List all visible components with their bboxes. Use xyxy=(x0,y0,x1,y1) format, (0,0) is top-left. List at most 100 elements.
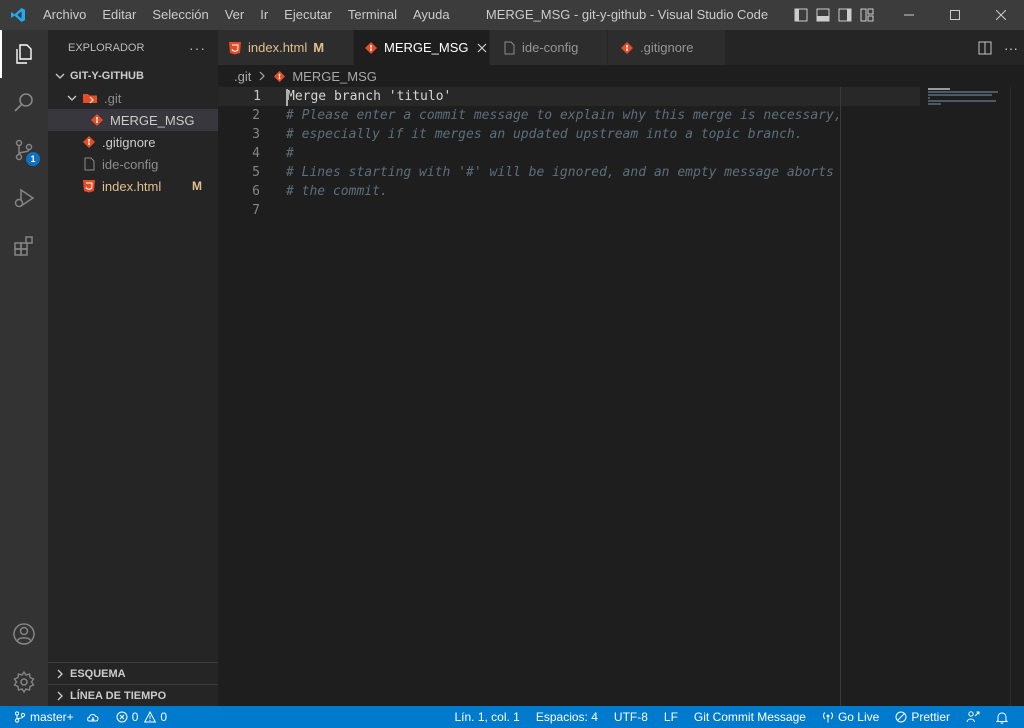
toggle-sidebar-icon[interactable] xyxy=(790,0,812,30)
menu-ver[interactable]: Ver xyxy=(217,0,253,30)
breadcrumb-file[interactable]: MERGE_MSG xyxy=(292,69,377,84)
code-line: 5 # Lines starting with '#' will be igno… xyxy=(218,163,920,182)
menu-archivo[interactable]: Archivo xyxy=(35,0,94,30)
tree-label: index.html xyxy=(102,178,162,194)
indentation[interactable]: Espacios: 4 xyxy=(526,706,604,728)
tree-file-merge-msg[interactable]: MERGE_MSG xyxy=(48,109,218,131)
menu-ir[interactable]: Ir xyxy=(252,0,276,30)
code-text: # Lines starting with '#' will be ignore… xyxy=(286,165,834,180)
tree-label: .git xyxy=(104,90,122,106)
editor-tabs: index.html M MERGE_MSG ide-config .gitig… xyxy=(218,30,1024,65)
customize-layout-icon[interactable] xyxy=(856,0,878,30)
tab-label: .gitignore xyxy=(640,40,694,55)
more-actions-icon[interactable]: ··· xyxy=(998,30,1024,65)
explorer-icon[interactable] xyxy=(0,30,48,78)
outline-section[interactable]: ESQUEMA xyxy=(48,662,218,684)
notifications-bell-icon[interactable] xyxy=(990,706,1024,728)
go-live-button[interactable]: Go Live xyxy=(812,706,885,728)
tree-file-index-html[interactable]: index.html M xyxy=(48,175,218,197)
code-text: # especially if it merges an updated ups… xyxy=(286,127,803,142)
tree-label: .gitignore xyxy=(102,134,156,150)
more-actions-icon[interactable]: ··· xyxy=(189,40,206,56)
split-editor-icon[interactable] xyxy=(972,30,998,65)
line-number: 7 xyxy=(252,203,260,218)
html5-icon xyxy=(228,41,242,55)
line-number: 1 xyxy=(253,89,261,104)
minimap-line xyxy=(928,94,992,96)
editor-actions: ··· xyxy=(972,30,1024,65)
tab-index-html[interactable]: index.html M xyxy=(218,30,354,65)
line-number: 6 xyxy=(252,184,260,199)
extensions-icon[interactable] xyxy=(0,222,48,270)
run-debug-icon[interactable] xyxy=(0,174,48,222)
prettier-disabled-icon xyxy=(895,711,907,723)
feedback-icon[interactable] xyxy=(956,706,990,728)
search-icon[interactable] xyxy=(0,78,48,126)
prettier-button[interactable]: Prettier xyxy=(885,706,956,728)
code-line: 7 xyxy=(218,201,920,220)
cursor-position[interactable]: Lín. 1, col. 1 xyxy=(448,706,525,728)
close-window-icon[interactable] xyxy=(978,0,1024,30)
text-cursor xyxy=(286,89,288,106)
tab-merge-msg[interactable]: MERGE_MSG xyxy=(354,30,490,65)
branch-status[interactable]: master+ xyxy=(0,706,80,728)
tree-file-ide-config[interactable]: ide-config xyxy=(48,153,218,175)
chevron-down-icon xyxy=(67,95,77,101)
vertical-scrollbar[interactable] xyxy=(1010,87,1024,706)
menu-ejecutar[interactable]: Ejecutar xyxy=(276,0,340,30)
line-number: 2 xyxy=(252,108,260,123)
warning-icon xyxy=(144,711,157,723)
warning-count: 0 xyxy=(160,710,168,724)
minimap-line xyxy=(928,97,930,99)
maximize-icon[interactable] xyxy=(932,0,978,30)
go-live-label: Go Live xyxy=(837,710,880,724)
file-icon xyxy=(502,41,516,55)
cloud-sync-icon xyxy=(86,714,99,722)
toggle-secondary-sidebar-icon[interactable] xyxy=(834,0,856,30)
tab-gitignore[interactable]: .gitignore xyxy=(608,30,726,65)
minimize-icon[interactable] xyxy=(886,0,932,30)
code-line: 6 # the commit. xyxy=(218,182,920,201)
chevron-right-icon xyxy=(57,691,63,700)
editor-ruler xyxy=(840,87,841,706)
encoding[interactable]: UTF-8 xyxy=(604,706,654,728)
menu-ayuda[interactable]: Ayuda xyxy=(405,0,458,30)
accounts-icon[interactable] xyxy=(0,610,48,658)
minimap-line xyxy=(928,91,998,93)
git-file-icon xyxy=(83,136,95,148)
chevron-right-icon xyxy=(257,71,267,81)
explorer-header: EXPLORADOR ··· xyxy=(48,30,218,65)
tree-file-gitignore[interactable]: .gitignore xyxy=(48,131,218,153)
vscode-logo-icon[interactable] xyxy=(0,0,35,30)
tab-ide-config[interactable]: ide-config xyxy=(490,30,608,65)
toggle-panel-icon[interactable] xyxy=(812,0,834,30)
problems-status[interactable]: 0 0 xyxy=(110,706,173,728)
menu-seleccion[interactable]: Selección xyxy=(144,0,216,30)
modified-badge: M xyxy=(192,179,202,193)
title-controls xyxy=(790,0,1024,30)
menu-editar[interactable]: Editar xyxy=(94,0,144,30)
workspace-root[interactable]: GIT-Y-GITHUB xyxy=(48,65,218,87)
scm-badge: 1 xyxy=(26,152,40,166)
sync-status[interactable] xyxy=(80,706,110,728)
tree-folder-git[interactable]: .git xyxy=(48,87,218,109)
chevron-right-icon xyxy=(57,669,63,678)
line-number: 4 xyxy=(252,146,260,161)
branch-label: master+ xyxy=(30,710,74,724)
code-line: 3 # especially if it merges an updated u… xyxy=(218,125,920,144)
minimap-line xyxy=(928,88,950,90)
breadcrumb: .git MERGE_MSG xyxy=(218,65,1024,87)
minimap[interactable] xyxy=(924,87,1010,706)
code-editor[interactable]: 1 Merge branch 'titulo' 2 # Please enter… xyxy=(218,87,1024,706)
tab-label: MERGE_MSG xyxy=(384,40,469,55)
language-mode[interactable]: Git Commit Message xyxy=(684,706,812,728)
close-tab-icon[interactable] xyxy=(477,43,487,53)
settings-gear-icon[interactable] xyxy=(0,658,48,706)
source-control-icon[interactable]: 1 xyxy=(0,126,48,174)
git-file-icon xyxy=(273,70,286,83)
workspace-root-label: GIT-Y-GITHUB xyxy=(70,70,144,82)
menu-terminal[interactable]: Terminal xyxy=(340,0,405,30)
end-of-line[interactable]: LF xyxy=(654,706,684,728)
timeline-section[interactable]: LÍNEA DE TIEMPO xyxy=(48,684,218,706)
breadcrumb-folder[interactable]: .git xyxy=(234,69,251,84)
